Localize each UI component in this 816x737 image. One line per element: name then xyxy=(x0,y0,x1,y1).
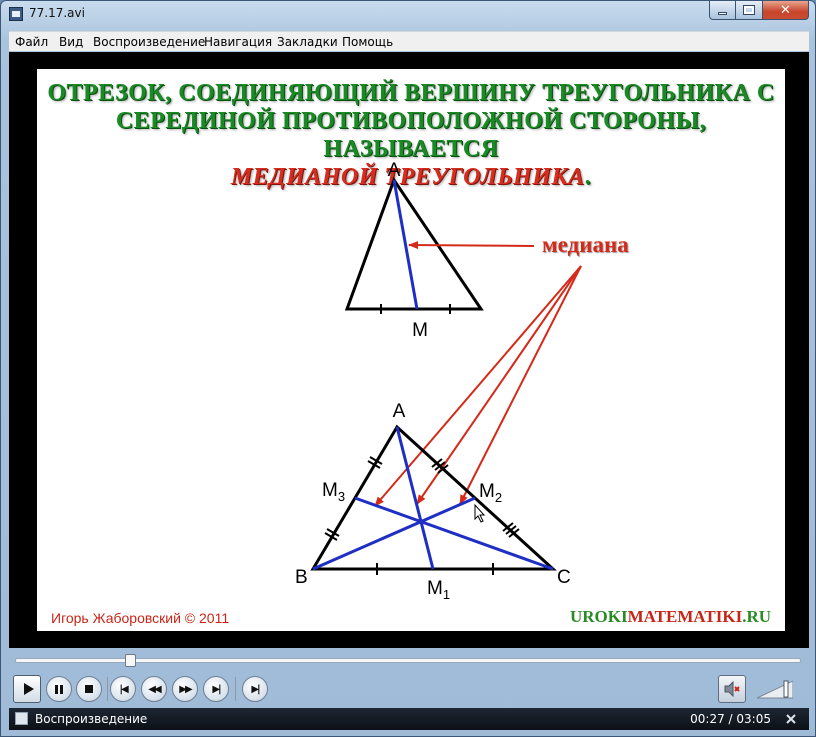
volume-slider[interactable] xyxy=(757,679,793,699)
small-midpoint-m-label: M xyxy=(412,320,428,341)
stop-button[interactable] xyxy=(76,676,102,702)
video-area[interactable]: ОТРЕЗОК, СОЕДИНЯЮЩИЙ ВЕРШИНУ ТРЕУГОЛЬНИК… xyxy=(9,52,809,648)
menu-file[interactable]: Файл xyxy=(15,35,48,49)
title-bar[interactable]: 77.17.avi ✕ xyxy=(1,1,815,27)
site-credit-part-2: MATEMATIKI xyxy=(627,607,743,626)
player-window: 77.17.avi ✕ Файл Вид Воспроизведение Нав… xyxy=(0,0,816,737)
volume-thumb xyxy=(783,680,789,698)
video-frame: ОТРЕЗОК, СОЕДИНЯЮЩИЙ ВЕРШИНУ ТРЕУГОЛЬНИК… xyxy=(37,69,785,631)
play-button[interactable] xyxy=(13,675,41,703)
frame-step-button[interactable]: ▶| xyxy=(242,676,268,702)
mouse-cursor-icon xyxy=(474,503,486,523)
pause-button[interactable] xyxy=(46,676,72,702)
menu-view[interactable]: Вид xyxy=(59,35,83,49)
site-credit-part-3: .RU xyxy=(742,607,771,626)
midpoint-m2-label: M2 xyxy=(479,481,502,505)
midpoint-m1-label: M1 xyxy=(427,578,450,602)
menu-bar: Файл Вид Воспроизведение Навигация Закла… xyxy=(9,31,809,51)
seek-thumb[interactable] xyxy=(125,654,136,667)
frame-step-icon: ▶| xyxy=(251,683,260,695)
small-vertex-a-label: A xyxy=(388,160,401,181)
vertex-b-label: B xyxy=(295,567,308,588)
maximize-button[interactable] xyxy=(736,1,763,20)
time-display: 00:27 / 03:05 xyxy=(690,712,771,726)
app-icon xyxy=(9,7,23,21)
midpoint-m3-label: M3 xyxy=(322,480,345,504)
menu-bookmarks[interactable]: Закладки xyxy=(277,35,338,49)
vertex-c-label: C xyxy=(557,567,571,588)
minimize-icon xyxy=(718,11,727,15)
vertex-a-label: A xyxy=(393,401,406,422)
fast-forward-button[interactable]: ▶▶ xyxy=(172,676,198,702)
close-button[interactable]: ✕ xyxy=(763,1,809,20)
status-app-icon xyxy=(15,712,28,725)
skip-back-button[interactable]: |◀ xyxy=(110,676,136,702)
controls-separator xyxy=(107,677,108,701)
minimize-button[interactable] xyxy=(709,1,736,20)
median-am1 xyxy=(395,426,435,570)
big-triangle xyxy=(310,424,557,571)
status-text: Воспроизведение xyxy=(35,712,148,726)
skip-forward-icon: ▶| xyxy=(212,683,221,695)
skip-forward-button[interactable]: ▶| xyxy=(203,676,229,702)
fast-forward-icon: ▶▶ xyxy=(179,683,192,695)
stop-icon xyxy=(85,685,93,693)
arrow-to-small-median xyxy=(408,241,535,250)
mute-button[interactable] xyxy=(718,675,746,703)
status-bar: Воспроизведение 00:27 / 03:05 xyxy=(9,708,809,730)
menu-navigation[interactable]: Навигация xyxy=(204,35,272,49)
site-credit: UROKIMATEMATIKI.RU xyxy=(570,607,771,627)
pause-icon xyxy=(55,684,63,694)
rewind-button[interactable]: ◀◀ xyxy=(141,676,167,702)
site-credit-part-1: UROKI xyxy=(569,607,628,626)
author-credit: Игорь Жаборовский © 2011 xyxy=(51,610,230,626)
median-callout-label: медиана xyxy=(542,232,629,257)
speaker-muted-icon xyxy=(724,681,740,697)
geometry-diagram: A M медиана A B C M1 M2 M3 xyxy=(295,160,629,602)
menu-playback[interactable]: Воспроизведение xyxy=(93,35,205,49)
rewind-icon: ◀◀ xyxy=(148,683,161,695)
window-controls: ✕ xyxy=(709,1,809,21)
window-title: 77.17.avi xyxy=(29,6,85,20)
skip-back-icon: |◀ xyxy=(119,683,128,695)
playback-controls: |◀ ◀◀ ▶▶ ▶| ▶| xyxy=(1,671,816,705)
controls-separator-2 xyxy=(235,677,236,701)
maximize-icon xyxy=(743,5,755,15)
resize-grip-icon[interactable] xyxy=(783,711,799,727)
menu-help[interactable]: Помощь xyxy=(342,35,393,49)
play-icon xyxy=(23,683,34,695)
